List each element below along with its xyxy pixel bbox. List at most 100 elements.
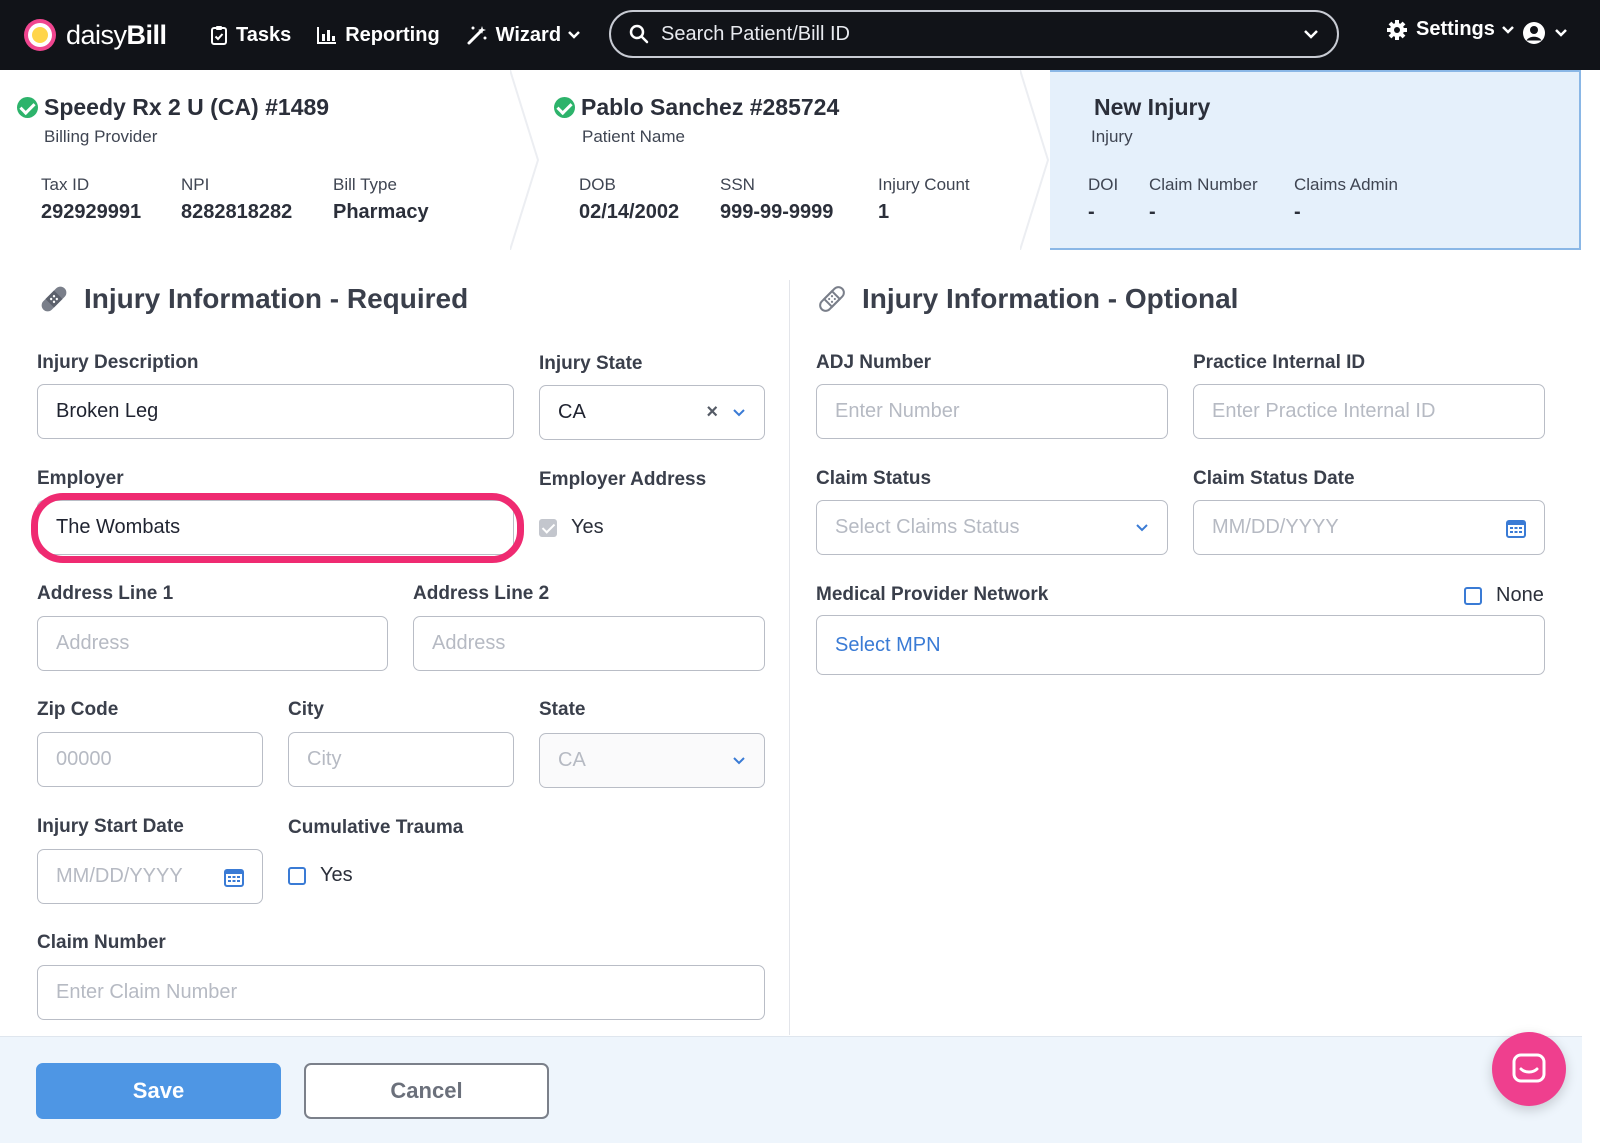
employer-address-label: Employer Address [539,469,707,490]
right-gutter [1582,70,1600,1143]
search-icon [629,24,649,44]
claim-status-placeholder: Select Claims Status [835,516,1020,538]
chevron-separator [510,70,540,250]
cumulative-trauma-checkbox[interactable]: Yes [288,864,353,887]
state-label: State [539,699,586,720]
calendar-icon[interactable] [224,867,244,887]
injury-start-date-placeholder: MM/DD/YYYY [56,865,183,887]
checkbox-checked-icon [539,518,557,537]
employer-field[interactable]: The Wombats [37,500,514,555]
claims-admin-label: Claims Admin [1294,175,1398,194]
tax-id-value: 292929991 [41,201,142,223]
nav-reporting[interactable]: Reporting [317,24,440,47]
check-circle-icon [17,97,38,118]
bill-type-label: Bill Type [333,175,397,194]
practice-internal-id-field[interactable]: Enter Practice Internal ID [1193,384,1545,439]
mpn-label: Medical Provider Network [816,584,1049,605]
employer-address-option: Yes [571,516,604,538]
npi-label: NPI [181,175,210,194]
doi-value: - [1088,201,1095,223]
claim-status-date-placeholder: MM/DD/YYYY [1212,516,1339,538]
employer-address-checkbox[interactable]: Yes [539,516,604,539]
doi-label: DOI [1088,175,1119,194]
injury-state-select[interactable]: CA × [539,385,765,440]
npi-value: 8282818282 [181,201,293,223]
select-mpn-link[interactable]: Select MPN [835,634,1526,657]
bar-chart-icon [317,27,337,44]
search-input[interactable]: Search Patient/Bill ID [609,10,1339,58]
claim-status-label: Claim Status [816,468,932,489]
zip-code-label: Zip Code [37,699,119,720]
chevron-down-icon [1502,25,1514,34]
chevron-down-icon [568,31,580,39]
chevron-down-icon[interactable] [1303,29,1319,39]
tax-id-label: Tax ID [41,175,90,194]
address-line1-field[interactable]: Address [37,616,388,671]
injury-title: New Injury [1094,94,1211,120]
state-placeholder: CA [558,749,586,771]
provider-subtitle: Billing Provider [44,127,158,146]
injury-description-value: Broken Leg [56,400,159,422]
injury-count-value: 1 [878,201,890,223]
claim-number-field[interactable]: Enter Claim Number [37,965,765,1020]
nav-wizard[interactable]: Wizard [466,24,581,47]
chevron-down-icon [733,408,745,416]
nav-tasks-label: Tasks [236,23,292,46]
search-placeholder: Search Patient/Bill ID [661,22,850,45]
cancel-button[interactable]: Cancel [304,1063,549,1119]
chevron-down-icon [1136,523,1148,531]
injury-description-label: Injury Description [37,352,199,373]
injury-state-label: Injury State [539,353,643,374]
employer-label: Employer [37,468,124,489]
dob-label: DOB [579,175,616,194]
user-circle-icon [1523,22,1545,44]
dob-value: 02/14/2002 [579,201,680,223]
cumulative-trauma-option: Yes [320,864,353,886]
claim-number-label: Claim Number [37,932,166,953]
user-menu[interactable] [1522,21,1568,45]
mpn-select[interactable]: Select MPN [816,615,1545,675]
save-button[interactable]: Save [36,1063,281,1119]
mpn-none-checkbox[interactable]: None [1464,584,1544,607]
nav-settings[interactable]: Settings [1386,18,1515,41]
magic-wand-icon [467,26,487,45]
claim-status-select[interactable]: Select Claims Status [816,500,1168,555]
checkbox-icon [1464,586,1482,605]
address-line2-field[interactable]: Address [413,616,765,671]
adj-number-field[interactable]: Enter Number [816,384,1168,439]
gear-icon [1387,19,1407,40]
top-navbar: daisyBill Tasks Reporting Wizard Search … [0,0,1600,70]
claim-status-date-label: Claim Status Date [1193,468,1355,489]
city-placeholder: City [307,748,342,770]
claim-status-date-field[interactable]: MM/DD/YYYY [1193,500,1545,555]
calendar-icon[interactable] [1506,518,1526,538]
employer-value: The Wombats [56,516,181,538]
provider-title: Speedy Rx 2 U (CA) #1489 [17,94,329,121]
address-line1-label: Address Line 1 [37,583,174,604]
bandage-icon [819,286,845,312]
city-field[interactable]: City [288,732,514,787]
injury-start-date-label: Injury Start Date [37,816,184,837]
brand-logo[interactable]: daisyBill [24,19,184,51]
injury-description-field[interactable]: Broken Leg [37,384,514,439]
claim-number-header-label: Claim Number [1149,175,1258,194]
clear-icon[interactable]: × [706,401,718,424]
nav-wizard-label: Wizard [495,23,562,46]
practice-internal-id-placeholder: Enter Practice Internal ID [1212,400,1436,422]
state-select[interactable]: CA [539,733,765,788]
zip-code-field[interactable]: 00000 [37,732,263,787]
bill-breadcrumb: Speedy Rx 2 U (CA) #1489 Billing Provide… [0,70,1582,250]
nav-settings-label: Settings [1416,18,1495,40]
chevron-down-icon [733,756,745,764]
city-label: City [288,699,324,720]
patient-title: Pablo Sanchez #285724 [554,94,839,121]
adj-number-label: ADJ Number [816,352,932,373]
cumulative-trauma-label: Cumulative Trauma [288,817,464,838]
address-line1-placeholder: Address [56,632,130,654]
nav-tasks[interactable]: Tasks [210,24,291,47]
chat-launcher-button[interactable] [1492,1032,1566,1106]
claim-number-header-value: - [1149,201,1156,223]
address-line2-placeholder: Address [432,632,506,654]
injury-count-label: Injury Count [878,175,970,194]
injury-start-date-field[interactable]: MM/DD/YYYY [37,849,263,904]
